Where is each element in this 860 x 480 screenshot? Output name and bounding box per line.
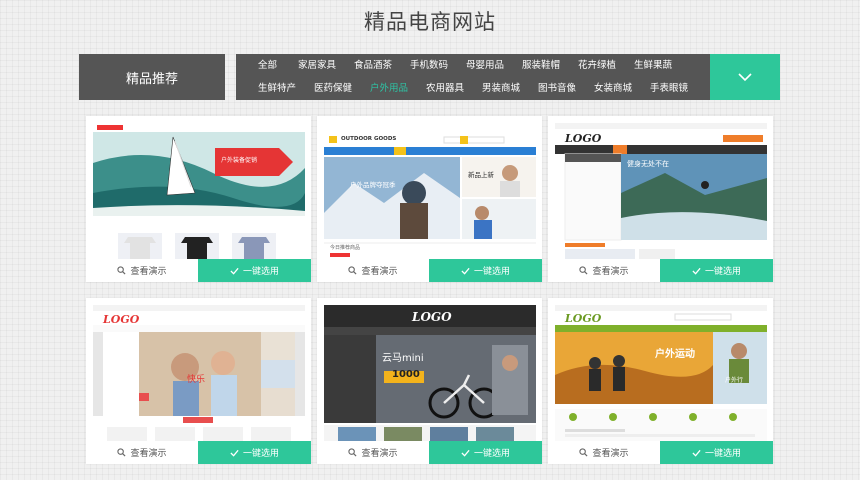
one-click-select-label: 一键选用: [704, 449, 741, 459]
thumbnail-preview-6: [555, 305, 767, 441]
template-thumbnail[interactable]: LOGO 户外运动 户外行: [555, 305, 767, 441]
category-plants[interactable]: 花卉绿植: [578, 54, 616, 77]
view-demo-button[interactable]: 查看演示: [548, 259, 660, 282]
search-icon: [579, 266, 588, 275]
category-baby[interactable]: 母婴用品: [466, 54, 504, 77]
card-footer: 查看演示 一键选用: [86, 441, 311, 464]
thumbnail-hero-text: 户外运动: [655, 349, 695, 360]
view-demo-button[interactable]: 查看演示: [317, 259, 429, 282]
one-click-select-label: 一键选用: [242, 267, 279, 277]
thumbnail-side-text: 新品上新: [468, 171, 494, 179]
category-all[interactable]: 全部: [258, 54, 277, 77]
view-demo-label: 查看演示: [130, 449, 167, 459]
category-health[interactable]: 医药保健: [314, 77, 352, 100]
view-demo-label: 查看演示: [361, 267, 398, 277]
category-womenswear[interactable]: 女装商城: [594, 77, 632, 100]
recommend-label[interactable]: 精品推荐: [79, 54, 225, 100]
view-demo-button[interactable]: 查看演示: [86, 441, 198, 464]
thumbnail-preview-1: [93, 123, 305, 259]
template-thumbnail[interactable]: LOGO 云马mini 1000: [324, 305, 536, 441]
view-demo-label: 查看演示: [592, 449, 629, 459]
view-demo-label: 查看演示: [130, 267, 167, 277]
thumbnail-side-text: 户外行: [725, 377, 744, 384]
category-list: 全部 家居家具 食品酒茶 手机数码 母婴用品 服装鞋帽 花卉绿植 生鲜果蔬 生鲜…: [236, 54, 710, 100]
view-demo-label: 查看演示: [361, 449, 398, 459]
view-demo-button[interactable]: 查看演示: [548, 441, 660, 464]
thumbnail-hero-title: 云马mini: [382, 353, 424, 364]
one-click-select-label: 一键选用: [473, 267, 510, 277]
template-card: 户外装备促销 查看演示 一键选用: [86, 116, 311, 282]
category-food-wine-tea[interactable]: 食品酒茶: [354, 54, 392, 77]
template-card: LOGO 云马mini 1000 查看演示 一键选用: [317, 298, 542, 464]
category-menswear[interactable]: 男装商城: [482, 77, 520, 100]
template-card: LOGO 健身无处不在 查看演示 一键选用: [548, 116, 773, 282]
one-click-select-button[interactable]: 一键选用: [198, 441, 311, 464]
one-click-select-button[interactable]: 一键选用: [660, 259, 773, 282]
template-thumbnail[interactable]: LOGO 快乐: [93, 305, 305, 441]
thumbnail-hero-price: 1000: [392, 369, 420, 380]
page-title: 精品电商网站: [364, 10, 496, 34]
category-farm-tools[interactable]: 农用器具: [426, 77, 464, 100]
search-icon: [579, 448, 588, 457]
thumbnail-banner-text: 户外装备促销: [221, 157, 258, 164]
category-phones-digital[interactable]: 手机数码: [410, 54, 448, 77]
thumbnail-section-title: 今日推荐商品: [330, 245, 361, 251]
one-click-select-button[interactable]: 一键选用: [429, 441, 542, 464]
thumbnail-preview-2: [324, 123, 536, 259]
category-outdoor[interactable]: 户外用品: [370, 77, 408, 100]
thumbnail-brand: OUTDOOR GOODS: [341, 136, 397, 142]
check-icon: [692, 449, 701, 457]
view-demo-button[interactable]: 查看演示: [317, 441, 429, 464]
check-icon: [230, 267, 239, 275]
one-click-select-label: 一键选用: [473, 449, 510, 459]
thumbnail-preview-5: [324, 305, 536, 441]
thumbnail-hero-text: 健身无处不在: [627, 160, 669, 168]
thumbnail-logo: LOGO: [565, 132, 602, 145]
thumbnail-logo: LOGO: [412, 310, 452, 324]
category-home-furniture[interactable]: 家居家具: [298, 54, 336, 77]
view-demo-button[interactable]: 查看演示: [86, 259, 198, 282]
one-click-select-button[interactable]: 一键选用: [660, 441, 773, 464]
check-icon: [230, 449, 239, 457]
card-footer: 查看演示 一键选用: [548, 259, 773, 282]
category-books-media[interactable]: 图书音像: [538, 77, 576, 100]
template-card: LOGO 快乐 查看演示 一键选用: [86, 298, 311, 464]
one-click-select-label: 一键选用: [242, 449, 279, 459]
thumbnail-logo: LOGO: [103, 313, 140, 326]
card-footer: 查看演示 一键选用: [317, 441, 542, 464]
card-footer: 查看演示 一键选用: [548, 441, 773, 464]
expand-categories-button[interactable]: [710, 54, 780, 100]
search-icon: [348, 266, 357, 275]
template-card: LOGO 户外运动 户外行 查看演示 一键选用: [548, 298, 773, 464]
category-local-fresh[interactable]: 生鲜特产: [258, 77, 296, 100]
card-footer: 查看演示 一键选用: [317, 259, 542, 282]
template-thumbnail[interactable]: 户外装备促销: [93, 123, 305, 259]
template-thumbnail[interactable]: LOGO 健身无处不在: [555, 123, 767, 259]
card-footer: 查看演示 一键选用: [86, 259, 311, 282]
check-icon: [461, 267, 470, 275]
view-demo-label: 查看演示: [592, 267, 629, 277]
search-icon: [117, 266, 126, 275]
thumbnail-logo: LOGO: [565, 312, 602, 325]
search-icon: [117, 448, 126, 457]
template-card: OUTDOOR GOODS 户外品牌夺冠季 新品上新 今日推荐商品 查看演示 一…: [317, 116, 542, 282]
one-click-select-button[interactable]: 一键选用: [198, 259, 311, 282]
check-icon: [461, 449, 470, 457]
category-fresh-produce[interactable]: 生鲜果蔬: [634, 54, 672, 77]
chevron-down-icon: [738, 73, 752, 82]
search-icon: [348, 448, 357, 457]
one-click-select-label: 一键选用: [704, 267, 741, 277]
category-watches-glasses[interactable]: 手表眼镜: [650, 77, 688, 100]
template-thumbnail[interactable]: OUTDOOR GOODS 户外品牌夺冠季 新品上新 今日推荐商品: [324, 123, 536, 259]
category-row-1: 全部 家居家具 食品酒茶 手机数码 母婴用品 服装鞋帽 花卉绿植 生鲜果蔬: [236, 54, 710, 77]
thumbnail-hero-text: 户外品牌夺冠季: [350, 181, 396, 189]
category-bar: 精品推荐 全部 家居家具 食品酒茶 手机数码 母婴用品 服装鞋帽 花卉绿植 生鲜…: [79, 54, 781, 100]
thumbnail-hero-text: 快乐: [187, 375, 206, 385]
category-apparel[interactable]: 服装鞋帽: [522, 54, 560, 77]
check-icon: [692, 267, 701, 275]
one-click-select-button[interactable]: 一键选用: [429, 259, 542, 282]
category-row-2: 生鲜特产 医药保健 户外用品 农用器具 男装商城 图书音像 女装商城 手表眼镜: [236, 77, 710, 100]
